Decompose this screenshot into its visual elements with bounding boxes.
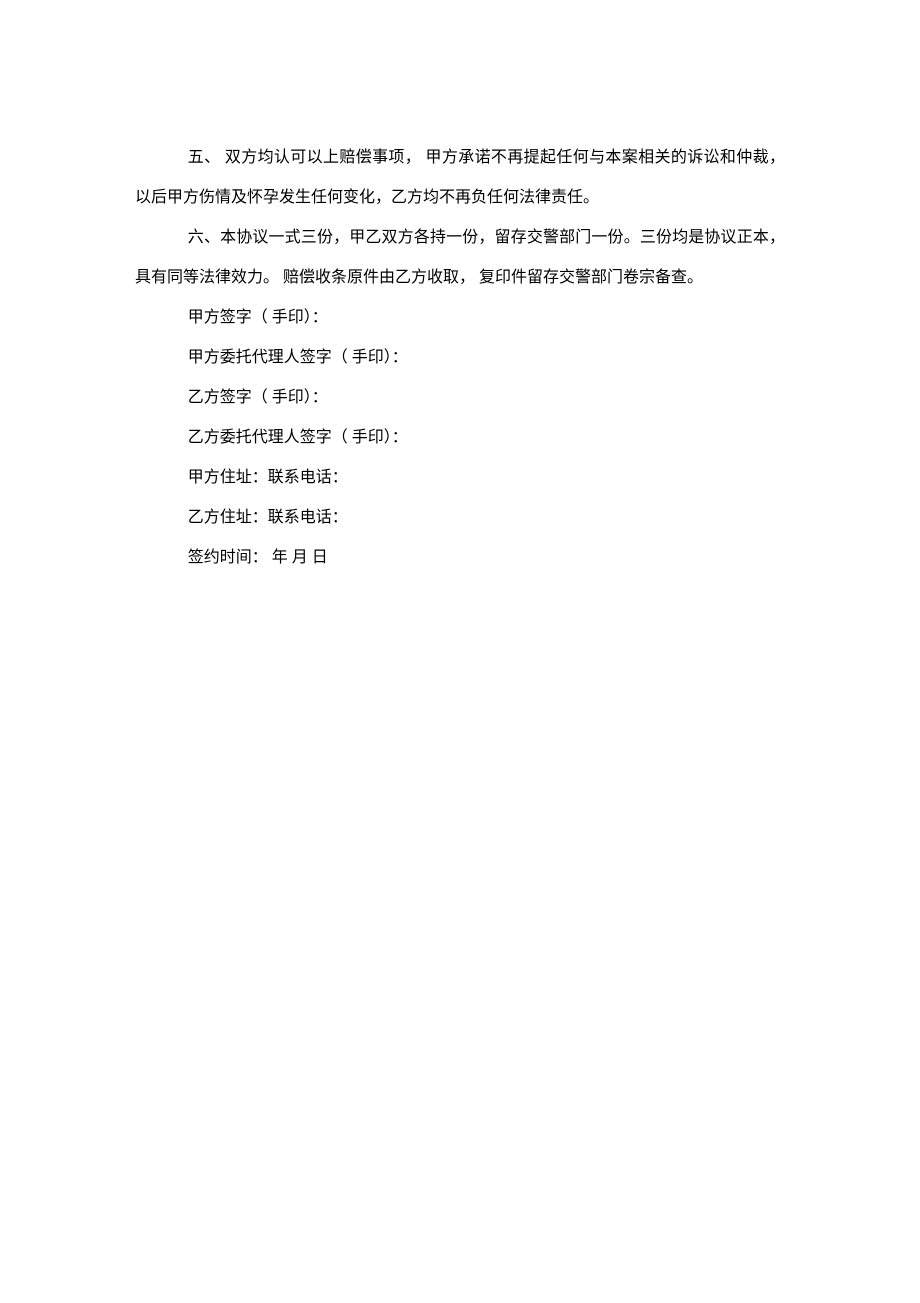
- party-b-signature: 乙方签字（ 手印）：: [135, 378, 785, 418]
- clause-six: 六、本协议一式三份，甲乙双方各持一份，留存交警部门一份。三份均是协议正本， 具有…: [135, 218, 785, 298]
- party-b-agent-signature: 乙方委托代理人签字（ 手印）：: [135, 418, 785, 458]
- party-b-address-phone: 乙方住址：联系电话：: [135, 498, 785, 538]
- signing-date: 签约时间： 年 月 日: [135, 538, 785, 578]
- party-a-signature: 甲方签字（ 手印）：: [135, 298, 785, 338]
- party-a-agent-signature: 甲方委托代理人签字（ 手印）：: [135, 338, 785, 378]
- party-a-address-phone: 甲方住址：联系电话：: [135, 458, 785, 498]
- clause-five: 五、 双方均认可以上赔偿事项， 甲方承诺不再提起任何与本案相关的诉讼和仲裁，以后…: [135, 138, 785, 218]
